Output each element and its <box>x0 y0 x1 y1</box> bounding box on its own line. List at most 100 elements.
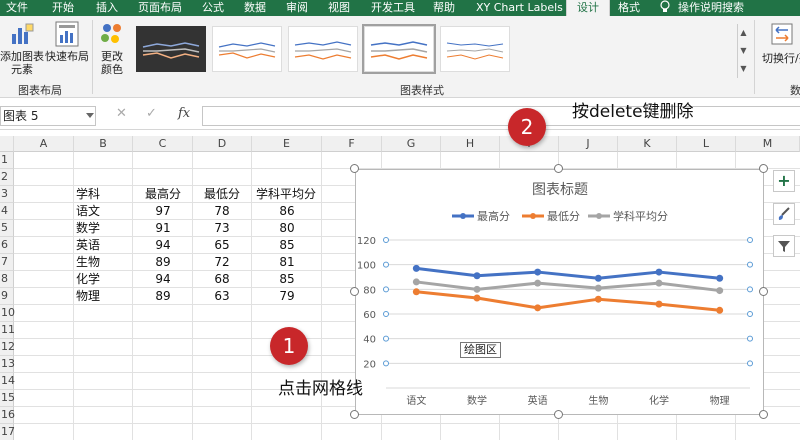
tab-formulas[interactable]: 公式 <box>202 0 224 16</box>
table-cell[interactable]: 65 <box>202 237 242 254</box>
chart-style-3[interactable] <box>288 26 358 72</box>
chart-elements-button[interactable]: + <box>773 170 795 192</box>
add-chart-element-button[interactable]: 添加图表 元素 <box>0 20 44 78</box>
column-header-m[interactable]: M <box>736 136 800 152</box>
chart-filters-button[interactable] <box>773 235 795 257</box>
table-cell[interactable]: 89 <box>143 288 183 305</box>
table-cell[interactable]: 63 <box>202 288 242 305</box>
column-header-g[interactable]: G <box>382 136 441 152</box>
tab-data[interactable]: 数据 <box>244 0 266 16</box>
chart-area[interactable]: 图表标题 最高分 最低分 学科平均分 20 40 60 80 100 120 语文 数学 英语 生物 化学 物… <box>355 169 764 415</box>
table-header-cell[interactable]: 学科 <box>76 186 100 203</box>
select-all-corner[interactable] <box>0 136 14 152</box>
confirm-icon[interactable]: ✓ <box>146 106 157 121</box>
row-header-15[interactable]: 15 <box>0 390 15 407</box>
name-box[interactable]: 图表 5 <box>0 106 96 126</box>
chart-styles-button[interactable] <box>773 203 795 225</box>
table-cell[interactable]: 79 <box>267 288 307 305</box>
resize-handle-top-left[interactable] <box>350 164 359 173</box>
table-cell[interactable]: 73 <box>202 220 242 237</box>
expand-gallery-icon[interactable]: ▼ <box>738 60 749 78</box>
column-header-a[interactable]: A <box>14 136 74 152</box>
table-header-cell[interactable]: 最低分 <box>204 186 240 203</box>
table-cell[interactable]: 81 <box>267 254 307 271</box>
styles-scroll[interactable]: ▲ ▼ ▼ <box>737 24 749 78</box>
table-cell[interactable]: 89 <box>143 254 183 271</box>
resize-handle-bottom-left[interactable] <box>350 410 359 419</box>
table-cell[interactable]: 86 <box>267 203 307 220</box>
row-header-3[interactable]: 3 <box>0 186 14 203</box>
tab-format[interactable]: 格式 <box>618 0 640 16</box>
column-header-d[interactable]: D <box>193 136 252 152</box>
column-header-c[interactable]: C <box>133 136 193 152</box>
table-cell[interactable]: 80 <box>267 220 307 237</box>
tab-xy-chart-labels[interactable]: XY Chart Labels <box>476 0 563 16</box>
tab-view[interactable]: 视图 <box>328 0 350 16</box>
table-cell[interactable]: 97 <box>143 203 183 220</box>
column-header-j[interactable]: J <box>559 136 618 152</box>
column-header-f[interactable]: F <box>322 136 382 152</box>
row-header-16[interactable]: 16 <box>0 407 15 424</box>
line-chart[interactable]: 图表标题最高分 最低分 学科平均分 20 40 60 80 100 120 语文 数学 英语 生物 化学 物… <box>356 170 765 416</box>
column-header-b[interactable]: B <box>74 136 133 152</box>
resize-handle-right[interactable] <box>759 287 768 296</box>
resize-handle-bottom[interactable] <box>554 410 563 419</box>
table-cell[interactable]: 94 <box>143 271 183 288</box>
tab-file[interactable]: 文件 <box>6 0 28 16</box>
scroll-down-icon[interactable]: ▼ <box>738 42 749 60</box>
tab-developer[interactable]: 开发工具 <box>371 0 415 16</box>
row-header-12[interactable]: 12 <box>0 339 15 356</box>
table-cell[interactable]: 英语 <box>76 237 100 254</box>
row-header-8[interactable]: 8 <box>0 271 14 288</box>
resize-handle-bottom-right[interactable] <box>759 410 768 419</box>
row-header-2[interactable]: 2 <box>0 169 14 186</box>
table-cell[interactable]: 生物 <box>76 254 100 271</box>
switch-row-column-button[interactable]: 切换行/列 <box>758 20 800 78</box>
resize-handle-top[interactable] <box>554 164 563 173</box>
table-cell[interactable]: 语文 <box>76 203 100 220</box>
table-cell[interactable]: 85 <box>267 237 307 254</box>
row-header-4[interactable]: 4 <box>0 203 14 220</box>
table-header-cell[interactable]: 最高分 <box>145 186 181 203</box>
column-header-h[interactable]: H <box>441 136 500 152</box>
column-header-l[interactable]: L <box>677 136 736 152</box>
row-header-7[interactable]: 7 <box>0 254 14 271</box>
scroll-up-icon[interactable]: ▲ <box>738 24 749 42</box>
table-cell[interactable]: 91 <box>143 220 183 237</box>
chart-style-1[interactable] <box>136 26 206 72</box>
table-cell[interactable]: 85 <box>267 271 307 288</box>
tab-page-layout[interactable]: 页面布局 <box>138 0 182 16</box>
table-cell[interactable]: 物理 <box>76 288 100 305</box>
tab-review[interactable]: 审阅 <box>286 0 308 16</box>
table-cell[interactable]: 94 <box>143 237 183 254</box>
row-header-5[interactable]: 5 <box>0 220 14 237</box>
row-header-14[interactable]: 14 <box>0 373 15 390</box>
quick-layout-button[interactable]: 快速布局 <box>44 20 90 78</box>
change-colors-button[interactable]: 更改 颜色 <box>94 20 130 78</box>
name-box-dropdown-icon[interactable] <box>86 113 94 119</box>
tab-insert[interactable]: 插入 <box>96 0 118 16</box>
table-cell[interactable]: 数学 <box>76 220 100 237</box>
chart-style-2[interactable] <box>212 26 282 72</box>
table-cell[interactable]: 72 <box>202 254 242 271</box>
row-header-17[interactable]: 17 <box>0 424 15 440</box>
tab-home[interactable]: 开始 <box>52 0 74 16</box>
row-header-11[interactable]: 11 <box>0 322 15 339</box>
column-header-k[interactable]: K <box>618 136 677 152</box>
formula-input[interactable] <box>202 106 800 126</box>
resize-handle-top-right[interactable] <box>759 164 768 173</box>
table-cell[interactable]: 68 <box>202 271 242 288</box>
row-header-6[interactable]: 6 <box>0 237 14 254</box>
tell-me-search[interactable]: 操作说明搜索 <box>678 0 744 16</box>
chart-style-4-selected[interactable] <box>362 24 436 74</box>
tab-help[interactable]: 帮助 <box>433 0 455 16</box>
row-header-1[interactable]: 1 <box>0 152 14 169</box>
tab-design[interactable]: 设计 <box>566 0 610 16</box>
column-header-e[interactable]: E <box>252 136 322 152</box>
resize-handle-left[interactable] <box>350 287 359 296</box>
row-header-10[interactable]: 10 <box>0 305 15 322</box>
row-header-9[interactable]: 9 <box>0 288 14 305</box>
row-header-13[interactable]: 13 <box>0 356 15 373</box>
table-cell[interactable]: 化学 <box>76 271 100 288</box>
insert-function-icon[interactable]: fx <box>178 106 190 121</box>
